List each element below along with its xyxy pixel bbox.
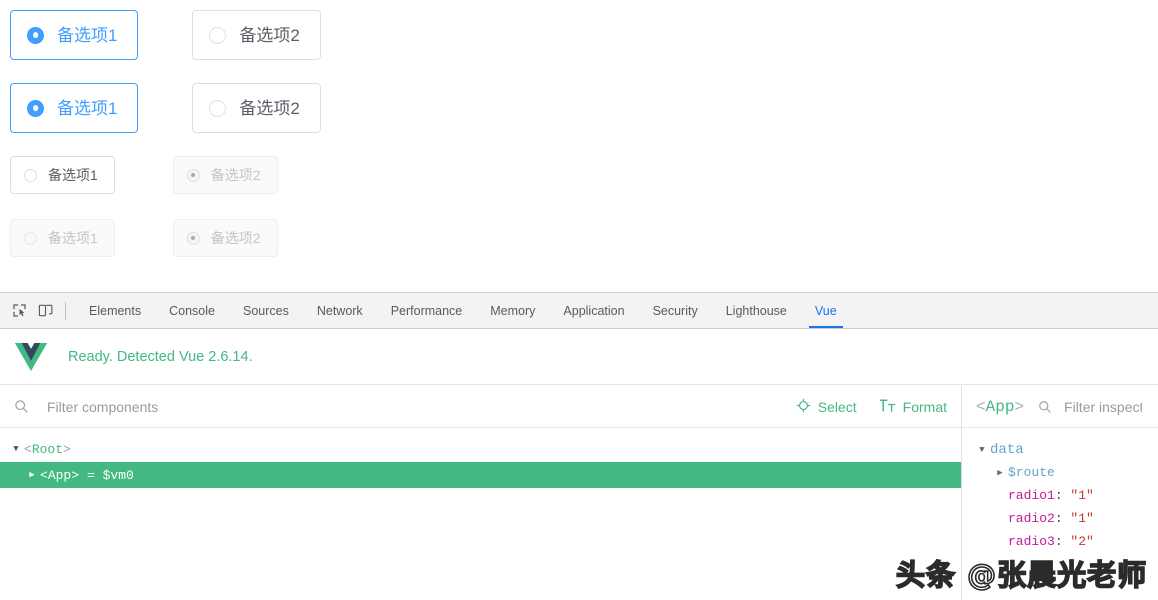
radio-indicator-icon: [24, 231, 37, 245]
chevron-down-icon[interactable]: ▼: [8, 444, 24, 454]
radio-group-3: 备选项1 备选项2: [10, 156, 278, 194]
vue-ready-message: Ready. Detected Vue 2.6.14.: [68, 348, 253, 365]
chevron-right-icon[interactable]: ▶: [992, 468, 1008, 478]
device-toolbar-icon[interactable]: [32, 298, 58, 324]
vue-logo: [14, 342, 48, 371]
tab-lighthouse[interactable]: Lighthouse: [712, 293, 801, 328]
radio-indicator-icon: [209, 26, 227, 44]
radio-label: 备选项2: [210, 167, 261, 183]
text-format-icon: [879, 398, 896, 416]
prop-value: "2": [1070, 534, 1094, 549]
radio-button-2-1[interactable]: 备选项1: [10, 83, 139, 133]
radio-label: 备选项1: [57, 25, 118, 45]
radio-button-1-1[interactable]: 备选项1: [10, 10, 139, 60]
tab-elements[interactable]: Elements: [75, 293, 155, 328]
radio-button-3-1[interactable]: 备选项1: [10, 156, 115, 194]
tab-sources[interactable]: Sources: [229, 293, 303, 328]
devtools-tab-bar: Elements Console Sources Network Perform…: [75, 293, 851, 328]
inspector-prop-radio1[interactable]: radio1: "1": [974, 484, 1158, 507]
inspector-pane: <App> ▼ data ▶ $route: [962, 386, 1158, 600]
devtools-toolbar: Elements Console Sources Network Perform…: [0, 293, 1158, 329]
radio-group-1: 备选项1 备选项2: [10, 10, 321, 60]
radio-indicator-icon: [27, 26, 44, 44]
inspector-section-data[interactable]: ▼ data: [974, 438, 1158, 461]
section-label: data: [990, 441, 1024, 458]
select-button[interactable]: Select: [796, 398, 857, 416]
object-label: $route: [1008, 465, 1055, 480]
inspector-prop-radio3[interactable]: radio3: "2": [974, 530, 1158, 553]
tab-performance[interactable]: Performance: [377, 293, 477, 328]
tree-node-vm: = $vm0: [87, 467, 134, 483]
radio-indicator-icon: [186, 231, 200, 245]
radio-label: 备选项2: [210, 230, 261, 246]
radio-button-1-2[interactable]: 备选项2: [192, 10, 321, 60]
tree-node-label: <App>: [40, 467, 80, 483]
radio-label: 备选项2: [239, 25, 300, 45]
select-label: Select: [817, 398, 857, 415]
radio-button-4-2: 备选项2: [172, 219, 278, 257]
radio-label: 备选项2: [239, 98, 300, 118]
tree-node-root[interactable]: ▼ <Root>: [0, 436, 961, 462]
search-icon: [14, 399, 29, 414]
vue-ready-banner: Ready. Detected Vue 2.6.14.: [0, 329, 1158, 385]
devtools-panel: Elements Console Sources Network Perform…: [0, 292, 1158, 600]
search-icon: [1038, 400, 1052, 414]
inspector-object-route[interactable]: ▶ $route: [974, 461, 1158, 484]
tab-console[interactable]: Console: [155, 293, 229, 328]
page-content: 备选项1 备选项2 备选项1 备选项2 备选项1 备选项2 备选项1 备选项2: [0, 0, 1158, 292]
prop-value: "1": [1070, 488, 1094, 503]
radio-label: 备选项1: [48, 230, 98, 246]
prop-key: radio1: [1008, 488, 1055, 503]
radio-indicator-icon: [24, 168, 37, 182]
radio-group-2: 备选项1 备选项2: [10, 83, 321, 133]
radio-button-4-1: 备选项1: [10, 219, 115, 257]
inspector-data-list: ▼ data ▶ $route radio1: "1" radio2: "1" …: [962, 428, 1158, 600]
radio-indicator-icon: [209, 99, 227, 117]
inspector-prop-radio2[interactable]: radio2: "1": [974, 507, 1158, 530]
prop-value: "1": [1070, 511, 1094, 526]
radio-indicator-icon: [27, 99, 44, 117]
tab-memory[interactable]: Memory: [476, 293, 549, 328]
tree-actions: Select Format: [796, 398, 947, 416]
radio-group-4: 备选项1 备选项2: [10, 219, 278, 257]
component-tree: ▼ <Root> ▶ <App> = $vm0: [0, 428, 961, 600]
filter-components-input[interactable]: [45, 397, 796, 416]
inspect-element-icon[interactable]: [6, 298, 32, 324]
toolbar-divider: [65, 301, 66, 320]
radio-button-3-2: 备选项2: [172, 156, 278, 194]
component-tree-pane: Select Format ▼: [0, 386, 962, 600]
radio-button-2-2[interactable]: 备选项2: [192, 83, 321, 133]
tab-security[interactable]: Security: [639, 293, 712, 328]
inspector-header: <App>: [962, 386, 1158, 428]
radio-label: 备选项1: [48, 167, 98, 183]
prop-key: radio3: [1008, 534, 1055, 549]
tab-network[interactable]: Network: [303, 293, 377, 328]
prop-key: radio2: [1008, 511, 1055, 526]
chevron-right-icon[interactable]: ▶: [24, 470, 40, 480]
vue-devtools-main: Select Format ▼: [0, 386, 1158, 600]
radio-label: 备选项1: [57, 98, 118, 118]
component-tree-header: Select Format: [0, 386, 961, 428]
format-button[interactable]: Format: [879, 398, 947, 416]
tree-node-label: <Root>: [24, 441, 71, 457]
crosshair-icon: [796, 398, 811, 416]
radio-indicator-icon: [186, 168, 200, 182]
tab-vue[interactable]: Vue: [801, 293, 851, 328]
chevron-down-icon[interactable]: ▼: [974, 445, 990, 455]
tree-node-app[interactable]: ▶ <App> = $vm0: [0, 462, 961, 488]
format-label: Format: [902, 398, 947, 415]
filter-inspected-data-input[interactable]: [1062, 397, 1144, 416]
inspected-component-tag: <App>: [976, 397, 1025, 416]
tab-application[interactable]: Application: [549, 293, 638, 328]
